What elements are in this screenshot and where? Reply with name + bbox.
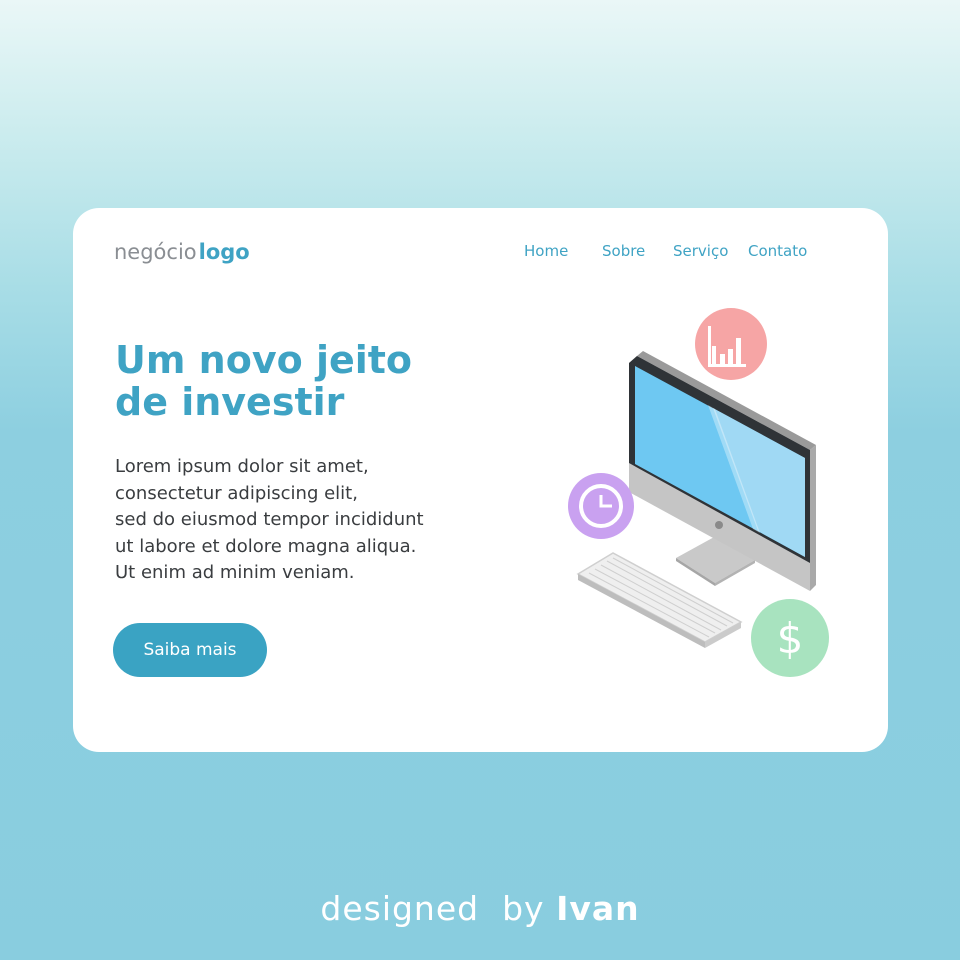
hero-title-line: de investir xyxy=(115,380,345,424)
hero-title: Um novo jeito de investir xyxy=(115,339,535,423)
credit-prefix: designed by xyxy=(320,889,545,928)
main-nav: Home Sobre Serviço Contato xyxy=(73,242,888,262)
landing-card: negóciologo Home Sobre Serviço Contato U… xyxy=(73,208,888,752)
bar-chart-icon xyxy=(695,308,767,380)
nav-item-contato[interactable]: Contato xyxy=(748,242,807,260)
dollar-icon: $ xyxy=(751,599,829,677)
monitor-illustration xyxy=(629,351,816,591)
nav-item-home[interactable]: Home xyxy=(524,242,568,260)
hero-text-line: ut labore et dolore magna aliqua. xyxy=(115,535,417,557)
dollar-symbol: $ xyxy=(777,614,804,663)
investment-illustration: $ xyxy=(568,308,829,677)
pie-chart-icon xyxy=(568,473,634,539)
hero-text-line: Lorem ipsum dolor sit amet, xyxy=(115,456,369,477)
saiba-mais-button[interactable]: Saiba mais xyxy=(113,623,267,677)
hero-text-line: consectetur adipiscing elit, xyxy=(115,482,358,504)
hero-title-line: Um novo jeito xyxy=(115,338,413,382)
nav-item-sobre[interactable]: Sobre xyxy=(602,242,645,260)
nav-item-servico[interactable]: Serviço xyxy=(673,242,728,260)
hero-text-line: Ut enim ad minim veniam. xyxy=(115,562,355,583)
hero-description: Lorem ipsum dolor sit amet, consectetur … xyxy=(115,454,515,587)
hero-text-line: sed do eiusmod tempor incididunt xyxy=(115,509,424,530)
designer-credit: designed by Ivan xyxy=(0,888,960,930)
credit-author: Ivan xyxy=(556,889,640,928)
